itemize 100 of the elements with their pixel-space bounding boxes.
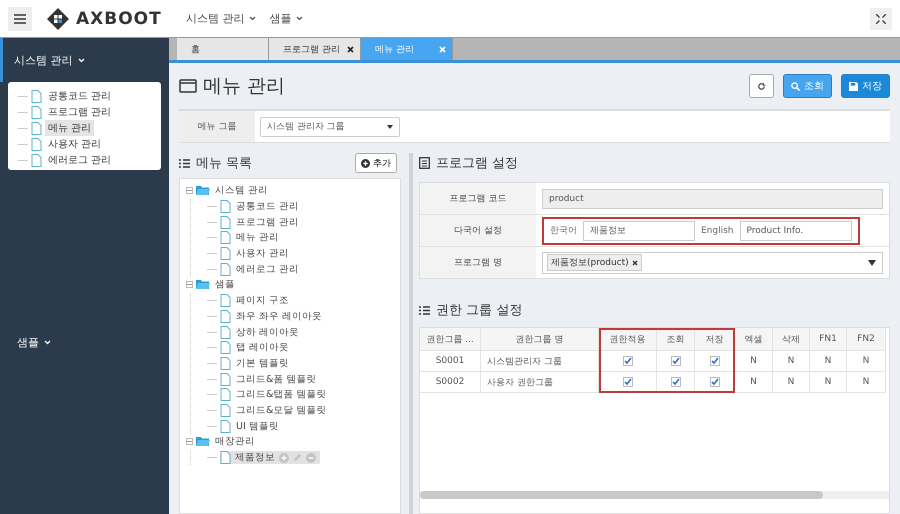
section-title: 권한 그룹 설정: [436, 302, 524, 319]
column-header[interactable]: FN1: [810, 328, 847, 351]
column-header[interactable]: 저장: [695, 328, 735, 351]
chevron-down-icon: [248, 16, 256, 21]
tree-item[interactable]: 좌우 좌우 레이아웃: [234, 310, 324, 323]
tree-item[interactable]: 그리드&모달 템플릿: [234, 404, 328, 417]
menu-group-select[interactable]: 시스템 관리자 그룹: [260, 116, 400, 136]
chevron-down-icon: [296, 16, 302, 21]
column-header[interactable]: 권한적용: [599, 328, 657, 351]
sidebar-section[interactable]: 샘플: [0, 320, 169, 364]
chevron-down-icon: [78, 58, 84, 62]
korean-name-field[interactable]: 제품정보: [583, 220, 695, 240]
save-button[interactable]: 저장: [841, 74, 890, 98]
folder-icon: [196, 279, 210, 290]
tree-item[interactable]: 메뉴 관리: [234, 231, 282, 244]
checkbox[interactable]: [710, 377, 720, 387]
table-cell: N: [773, 372, 810, 393]
file-icon: [220, 247, 231, 260]
column-header[interactable]: FN2: [847, 328, 886, 351]
tree-item[interactable]: 공통코드 관리: [234, 200, 302, 214]
table-cell: S0002: [420, 372, 481, 393]
form-icon: [419, 157, 430, 169]
search-icon: [791, 82, 800, 90]
tree-item[interactable]: 에러로그 관리: [234, 262, 302, 276]
tab[interactable]: 프로그램 관리: [269, 38, 361, 60]
menu-button[interactable]: [8, 6, 32, 30]
tree-item[interactable]: 그리드&탭폼 템플릿: [234, 388, 328, 402]
column-header[interactable]: 권한그룹 명: [481, 328, 599, 351]
sidebar-item[interactable]: 메뉴 관리: [45, 120, 94, 136]
table-cell: N: [735, 372, 773, 393]
sidebar-item[interactable]: 공통코드 관리: [45, 88, 114, 104]
nav-menu[interactable]: 샘플: [270, 11, 302, 26]
floppy-icon: [849, 82, 858, 90]
nav-menu[interactable]: 시스템 관리: [186, 11, 256, 26]
collapse-icon[interactable]: [186, 438, 193, 446]
table-cell: N: [847, 351, 886, 372]
tree-item[interactable]: 기본 템플릿: [234, 356, 292, 370]
checkbox[interactable]: [622, 377, 632, 387]
file-icon: [220, 294, 231, 308]
collapse-icon[interactable]: [186, 281, 193, 288]
fullscreen-button[interactable]: [870, 8, 892, 30]
tab[interactable]: 홈: [177, 38, 269, 60]
dropdown-icon: [387, 124, 393, 128]
program-code-field[interactable]: product: [542, 188, 883, 208]
file-icon: [31, 90, 42, 102]
english-name-field[interactable]: Product Info.: [740, 220, 852, 240]
collapse-arrows-icon: [876, 14, 886, 24]
sidebar-item[interactable]: 사용자 관리: [45, 136, 104, 152]
column-header[interactable]: 삭제: [773, 328, 810, 351]
field-label: 메뉴 그룹: [179, 111, 255, 142]
close-icon[interactable]: [347, 46, 354, 52]
section-title: 메뉴 목록: [196, 155, 254, 172]
tree-item[interactable]: 매장관리: [213, 435, 257, 448]
folder-icon: [196, 436, 210, 448]
table-cell: N: [735, 351, 773, 372]
file-icon: [31, 138, 42, 150]
file-icon: [220, 420, 231, 433]
tree-item[interactable]: UI 템플릿: [234, 420, 281, 433]
column-header[interactable]: 권한그룹 ...: [420, 328, 481, 351]
logo-text: AXBOOT: [76, 8, 162, 28]
section-title: 프로그램 설정: [436, 155, 520, 172]
close-icon[interactable]: [632, 260, 638, 266]
file-icon: [220, 310, 231, 323]
checkbox[interactable]: [710, 356, 720, 366]
table-cell: S0001: [420, 351, 481, 372]
collapse-icon[interactable]: [186, 187, 193, 194]
sidebar-item[interactable]: 프로그램 관리: [45, 104, 114, 120]
tree-item[interactable]: 그리드&폼 템플릿: [234, 372, 318, 386]
tree-item[interactable]: 탭 레이아웃: [234, 341, 292, 354]
field-label: 한국어: [550, 225, 577, 237]
file-icon: [220, 216, 231, 229]
tree-item[interactable]: 상하 레이아웃: [234, 326, 302, 339]
tree-item[interactable]: 샘플: [213, 278, 237, 292]
checkbox[interactable]: [622, 356, 632, 366]
table-cell: 시스템관리자 그룹: [481, 351, 599, 372]
refresh-button[interactable]: [749, 74, 774, 98]
tree-item[interactable]: 시스템 관리: [213, 184, 270, 198]
horizontal-scrollbar[interactable]: [420, 491, 889, 499]
tag[interactable]: 제품정보(product): [547, 254, 642, 271]
field-label: 프로그램 코드: [420, 183, 536, 214]
file-icon: [220, 262, 231, 276]
tree-item[interactable]: 페이지 구조: [234, 294, 292, 308]
file-icon: [31, 154, 42, 166]
file-icon: [31, 122, 42, 134]
folder-icon: [196, 185, 210, 196]
chevron-down-icon: [44, 340, 51, 344]
menu-icon: [14, 14, 26, 24]
tree-item[interactable]: 사용자 관리: [234, 247, 292, 260]
checkbox[interactable]: [670, 356, 680, 366]
column-header[interactable]: 조회: [657, 328, 695, 351]
column-header[interactable]: 엑셀: [735, 328, 773, 351]
tree-item[interactable]: 프로그램 관리: [234, 216, 302, 229]
program-name-select[interactable]: 제품정보(product): [542, 252, 883, 274]
sidebar-item[interactable]: 에러로그 관리: [45, 152, 114, 168]
table-cell: N: [810, 372, 847, 393]
table-cell: 사용자 권한그룹: [481, 372, 599, 393]
add-button[interactable]: 추가: [355, 153, 397, 173]
page-title: 메뉴 관리: [203, 74, 286, 99]
checkbox[interactable]: [670, 377, 680, 387]
file-icon: [220, 326, 231, 339]
